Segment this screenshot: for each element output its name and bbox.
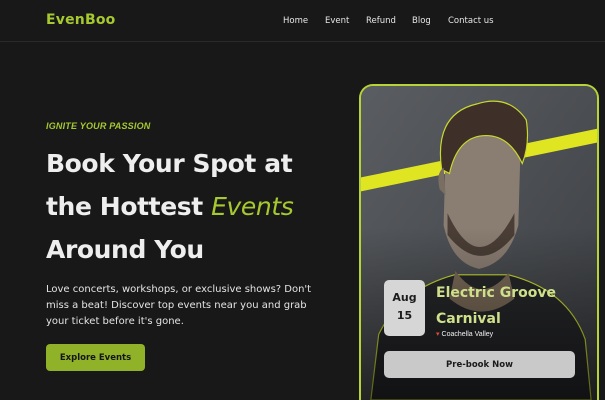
headline-line-2: the Hottest Events: [46, 185, 346, 228]
event-day: 15: [396, 309, 413, 322]
event-location-text: Coachella Valley: [441, 331, 494, 338]
event-date-badge: Aug 15: [384, 280, 425, 336]
event-month: Aug: [392, 291, 417, 304]
nav-item-event[interactable]: Event: [325, 16, 349, 26]
top-navigation-bar: EvenBoo Home Event Refund Blog Contact u…: [0, 0, 605, 42]
map-pin-icon: ▾: [436, 331, 440, 338]
event-location: ▾ Coachella Valley: [436, 330, 493, 338]
headline-highlight: Events: [211, 192, 294, 221]
headline-line-1: Book Your Spot at: [46, 149, 293, 178]
event-title: Electric Groove Carnival: [436, 280, 596, 332]
nav-item-refund[interactable]: Refund: [366, 16, 396, 26]
nav-item-blog[interactable]: Blog: [412, 16, 431, 26]
event-title-line-2: Carnival: [436, 311, 501, 327]
explore-events-button[interactable]: Explore Events: [46, 344, 145, 371]
hero-eyebrow: IGNITE YOUR PASSION: [46, 121, 151, 131]
nav-item-contact[interactable]: Contact us: [448, 16, 494, 26]
headline-line-2-prefix: the Hottest: [46, 192, 212, 221]
event-title-line-1: Electric Groove: [436, 285, 556, 301]
hero-headline: Book Your Spot at the Hottest Events Aro…: [46, 142, 346, 271]
headline-line-3: Around You: [46, 235, 204, 264]
main-nav: Home Event Refund Blog Contact us: [0, 16, 605, 28]
hero-description: Love concerts, workshops, or exclusive s…: [46, 284, 312, 327]
pre-book-button[interactable]: Pre-book Now: [384, 351, 575, 378]
featured-event-card[interactable]: Aug 15 Electric Groove Carnival ▾ Coachel…: [359, 84, 599, 400]
nav-item-home[interactable]: Home: [283, 16, 308, 26]
